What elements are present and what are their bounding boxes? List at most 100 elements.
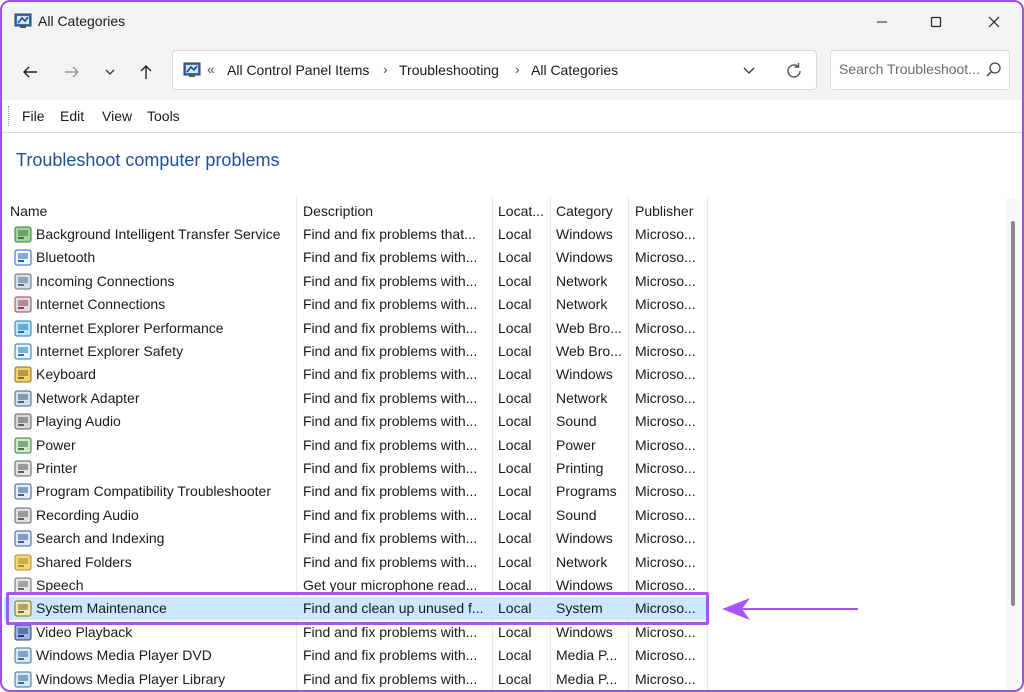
cell-description: Find and fix problems with...: [303, 483, 478, 500]
search-input[interactable]: [837, 60, 986, 78]
column-header-publisher[interactable]: Publisher: [635, 197, 693, 223]
list-item[interactable]: Bluetooth Find and fix problems with... Lo…: [4, 246, 707, 269]
cell-name: Windows Media Player DVD: [36, 647, 212, 664]
minimize-icon: [877, 21, 887, 23]
menu-tools[interactable]: Tools: [147, 108, 180, 124]
list-item[interactable]: Background Intelligent Transfer Service F…: [4, 223, 707, 246]
address-dropdown-button[interactable]: [738, 59, 760, 81]
chevron-right-icon[interactable]: ›: [383, 61, 388, 77]
cell-name: Network Adapter: [36, 389, 140, 406]
cell-publisher: Microso...: [635, 389, 696, 406]
search-icon[interactable]: [985, 61, 1003, 79]
cell-location: Local: [498, 530, 532, 547]
back-button[interactable]: [16, 58, 44, 86]
forward-button[interactable]: [58, 58, 86, 86]
list-item[interactable]: Program Compatibility Troubleshooter Find…: [4, 480, 707, 503]
page-title: Troubleshoot computer problems: [16, 150, 280, 170]
cell-publisher: Microso...: [635, 343, 696, 359]
refresh-icon[interactable]: [783, 60, 805, 82]
cell-location: Local: [498, 553, 532, 570]
list-item[interactable]: Network Adapter Find and fix problems wit…: [4, 387, 707, 410]
cell-location: Local: [498, 670, 532, 687]
column-header-category[interactable]: Category: [556, 197, 613, 223]
cell-publisher: Microso...: [635, 577, 696, 593]
list-item[interactable]: Windows Media Player Library Find and fix…: [4, 668, 707, 690]
cell-publisher: Microso...: [635, 436, 696, 453]
cell-location: Local: [498, 226, 532, 242]
list-item[interactable]: Search and Indexing Find and fix problems…: [4, 527, 707, 550]
maximize-button[interactable]: [912, 2, 960, 42]
breadcrumb-all-categories[interactable]: All Categories: [531, 62, 618, 78]
cell-description: Find and fix problems with...: [303, 343, 478, 359]
cell-category: Windows: [556, 226, 613, 242]
chevron-down-icon: [105, 69, 115, 75]
pointer-arrow-icon: [722, 598, 858, 620]
menu-file[interactable]: File: [22, 108, 45, 124]
list-item[interactable]: Internet Connections Find and fix problem…: [4, 293, 707, 316]
vertical-scrollbar[interactable]: [1006, 199, 1020, 690]
cell-publisher: Microso...: [635, 319, 696, 336]
scrollbar-thumb[interactable]: [1011, 221, 1015, 606]
list-item[interactable]: Internet Explorer Safety Find and fix pro…: [4, 340, 707, 363]
cell-name: Printer: [36, 460, 78, 476]
program-compat-icon: [14, 483, 32, 500]
close-button[interactable]: [970, 2, 1018, 42]
control-panel-icon: [183, 62, 201, 77]
cell-publisher: Microso...: [635, 296, 696, 313]
cell-name: Internet Explorer Safety: [36, 343, 184, 359]
video-playback-icon: [14, 624, 32, 641]
power-icon: [14, 437, 32, 454]
ie-safety-icon: [14, 343, 32, 360]
cell-location: Local: [498, 296, 532, 313]
menu-view[interactable]: View: [102, 108, 132, 124]
cell-publisher: Microso...: [635, 460, 696, 476]
list-item[interactable]: Keyboard Find and fix problems with... Loc…: [4, 363, 707, 386]
list-item[interactable]: Printer Find and fix problems with... Loca…: [4, 457, 707, 480]
list-item[interactable]: Power Find and fix problems with... Local P…: [4, 434, 707, 457]
cell-category: Windows: [556, 623, 613, 640]
list-item[interactable]: Playing Audio Find and fix problems with.…: [4, 410, 707, 433]
column-header-location[interactable]: Locat...: [498, 197, 544, 223]
recent-locations-button[interactable]: [96, 58, 124, 86]
list-item[interactable]: Recording Audio Find and fix problems wit…: [4, 504, 707, 527]
column-header-name[interactable]: Name: [10, 197, 47, 223]
cell-publisher: Microso...: [635, 272, 696, 289]
cell-description: Find and fix problems with...: [303, 647, 478, 664]
menu-edit[interactable]: Edit: [60, 108, 84, 124]
cell-publisher: Microso...: [635, 553, 696, 570]
cell-publisher: Microso...: [635, 483, 696, 500]
cell-description: Get your microphone read...: [303, 577, 478, 593]
cell-publisher: Microso...: [635, 670, 696, 687]
chevron-down-icon: [743, 67, 755, 74]
cell-name: Background Intelligent Transfer Service: [36, 226, 281, 242]
up-arrow-icon: [140, 65, 152, 79]
breadcrumb-all-control-panel-items[interactable]: All Control Panel Items: [227, 62, 369, 78]
up-button[interactable]: [132, 58, 160, 86]
list-item[interactable]: Internet Explorer Performance Find and fi…: [4, 317, 707, 340]
cell-category: Network: [556, 389, 608, 406]
cell-location: Local: [498, 413, 532, 430]
list-item[interactable]: Windows Media Player DVD Find and fix pro…: [4, 644, 707, 667]
chevron-right-icon[interactable]: ›: [515, 61, 520, 77]
cell-description: Find and fix problems with...: [303, 249, 478, 266]
cell-category: Network: [556, 272, 608, 289]
ie-performance-icon: [14, 320, 32, 337]
cell-category: Web Bro...: [556, 343, 622, 359]
cell-description: Find and fix problems with...: [303, 389, 478, 406]
column-header-description[interactable]: Description: [303, 197, 373, 223]
minimize-button[interactable]: [858, 2, 906, 42]
cell-location: Local: [498, 366, 532, 383]
cell-category: Windows: [556, 530, 613, 547]
cell-description: Find and fix problems with...: [303, 670, 478, 687]
wmp-library-icon: [14, 671, 32, 688]
control-panel-icon: [14, 13, 32, 28]
address-bar[interactable]: « All Control Panel Items › Troubleshoot…: [172, 50, 817, 90]
list-item[interactable]: Incoming Connections Find and fix problem…: [4, 270, 707, 293]
address-overflow[interactable]: «: [207, 61, 215, 77]
forward-arrow-icon: [65, 66, 79, 78]
cell-publisher: Microso...: [635, 249, 696, 266]
wmp-dvd-icon: [14, 647, 32, 664]
list-item[interactable]: Shared Folders Find and fix problems with…: [4, 551, 707, 574]
breadcrumb-troubleshooting[interactable]: Troubleshooting: [399, 62, 499, 78]
search-box[interactable]: [830, 50, 1010, 90]
